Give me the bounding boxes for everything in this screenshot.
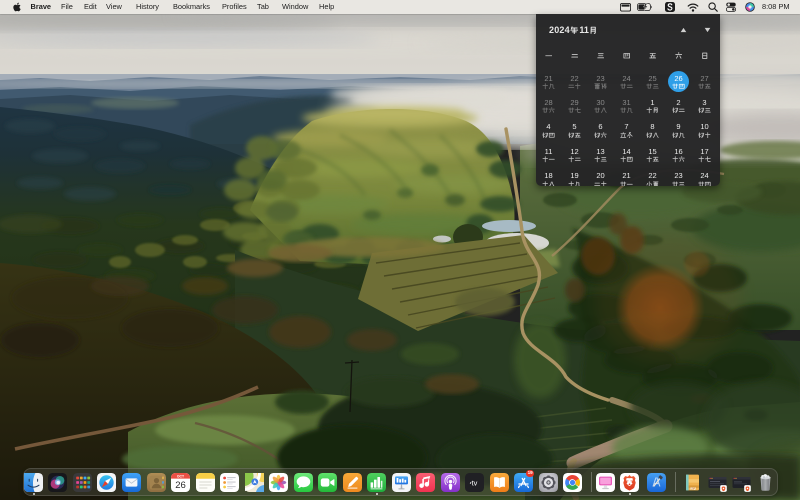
svg-text:ZIP: ZIP	[691, 486, 695, 490]
svg-text:26: 26	[175, 480, 186, 491]
svg-text:tv: tv	[472, 479, 478, 488]
svg-text:OCT: OCT	[177, 475, 185, 479]
